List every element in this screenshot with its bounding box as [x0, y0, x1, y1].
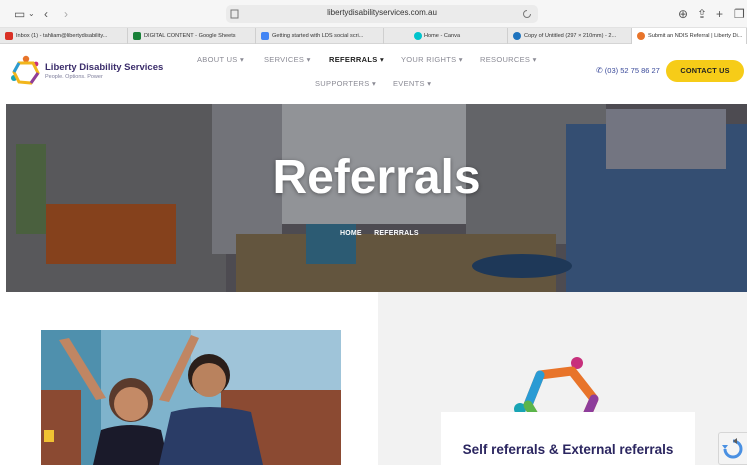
reload-icon[interactable] — [522, 9, 532, 19]
share-icon[interactable]: ⇪ — [697, 6, 707, 22]
tab-label: Inbox (1) - tahliam@libertydisability... — [16, 33, 108, 39]
nav-services[interactable]: SERVICES ▾ — [264, 55, 311, 64]
tab-label: Home - Canva — [424, 33, 461, 39]
referral-card[interactable]: Self referrals & External referrals — [441, 412, 695, 465]
chevron-down-icon[interactable]: ⌄ — [28, 6, 35, 22]
nav-referrals[interactable]: REFERRALS ▾ — [329, 55, 384, 64]
phone-number: (03) 52 75 86 27 — [604, 66, 660, 75]
chevron-down-icon: ▾ — [306, 55, 311, 64]
liberty-icon — [637, 32, 645, 40]
nav-events[interactable]: EVENTS ▾ — [393, 79, 431, 88]
tabs-overview-icon[interactable]: ❐ — [734, 6, 745, 22]
address-bar[interactable]: libertydisabilityservices.com.au — [226, 5, 538, 23]
chevron-down-icon: ▾ — [532, 55, 537, 64]
chevron-down-icon: ▾ — [458, 55, 463, 64]
nav-label: RESOURCES — [480, 55, 531, 64]
nav-supporters[interactable]: SUPPORTERS ▾ — [315, 79, 376, 88]
back-icon[interactable]: ‹ — [44, 6, 48, 22]
nav-your-rights[interactable]: YOUR RIGHTS ▾ — [401, 55, 463, 64]
nav-label: SUPPORTERS — [315, 79, 370, 88]
tab-label: Submit an NDIS Referral | Liberty Di... — [648, 33, 743, 39]
tab-canva-copy[interactable]: Copy of Untitled (297 × 210mm) - 2... — [508, 28, 632, 44]
chevron-down-icon: ▾ — [240, 55, 245, 64]
canva-icon — [513, 32, 521, 40]
tab-ndis-referral[interactable]: Submit an NDIS Referral | Liberty Di... — [632, 28, 747, 44]
chevron-down-icon: ▾ — [379, 55, 385, 64]
tab-google-docs[interactable]: Getting started with LDS social scri... — [256, 28, 384, 44]
nav-label: SERVICES — [264, 55, 305, 64]
docs-icon — [261, 32, 269, 40]
recaptcha-icon — [722, 438, 743, 459]
phone-icon: ✆ — [596, 66, 603, 75]
logo-name[interactable]: Liberty Disability Services — [45, 62, 163, 73]
browser-toolbar: ▭ ⌄ ‹ › libertydisabilityservices.com.au… — [0, 0, 747, 28]
breadcrumb-home[interactable]: HOME — [340, 230, 362, 237]
children-photo-image — [41, 330, 341, 465]
breadcrumb: HOME REFERRALS — [340, 230, 419, 237]
address-bar-text: libertydisabilityservices.com.au — [327, 8, 437, 17]
tab-label: Getting started with LDS social scri... — [272, 33, 364, 39]
tab-google-sheets[interactable]: DIGITAL CONTENT - Google Sheets — [128, 28, 256, 44]
breadcrumb-current: REFERRALS — [374, 230, 419, 237]
nav-label: REFERRALS — [329, 55, 378, 64]
children-photo — [41, 330, 341, 465]
nav-resources[interactable]: RESOURCES ▾ — [480, 55, 537, 64]
logo-tagline: People. Options. Power — [45, 74, 103, 80]
hero-banner: Referrals HOME REFERRALS — [6, 104, 747, 292]
canva-icon — [414, 32, 422, 40]
phone-link[interactable]: ✆ (03) 52 75 86 27 — [596, 66, 660, 75]
contact-us-button[interactable]: CONTACT US — [666, 60, 744, 82]
recaptcha-badge[interactable] — [718, 432, 747, 465]
tab-label: Copy of Untitled (297 × 210mm) - 2... — [524, 33, 617, 39]
sidebar-toggle-icon[interactable]: ▭ — [14, 6, 25, 22]
nav-label: EVENTS — [393, 79, 425, 88]
tab-label: DIGITAL CONTENT - Google Sheets — [144, 33, 236, 39]
nav-about-us[interactable]: ABOUT US ▾ — [197, 55, 244, 64]
card-title: Self referrals & External referrals — [462, 442, 674, 457]
forward-icon[interactable]: › — [64, 6, 68, 22]
chevron-down-icon: ▾ — [427, 79, 432, 88]
new-tab-icon[interactable]: + — [716, 6, 723, 22]
nav-label: YOUR RIGHTS — [401, 55, 457, 64]
liberty-logo-icon[interactable] — [9, 55, 43, 87]
page-title: Referrals — [272, 151, 481, 204]
nav-label: ABOUT US — [197, 55, 238, 64]
tab-canva-home[interactable]: Home - Canva — [384, 28, 508, 44]
reader-icon[interactable] — [230, 9, 239, 19]
tab-bar: Inbox (1) - tahliam@libertydisability...… — [0, 28, 747, 44]
download-icon[interactable]: ⊕ — [678, 6, 688, 22]
tab-gmail[interactable]: Inbox (1) - tahliam@libertydisability... — [0, 28, 128, 44]
gmail-icon — [5, 32, 13, 40]
sheets-icon — [133, 32, 141, 40]
site-header: Liberty Disability Services People. Opti… — [0, 44, 747, 104]
chevron-down-icon: ▾ — [371, 79, 377, 88]
